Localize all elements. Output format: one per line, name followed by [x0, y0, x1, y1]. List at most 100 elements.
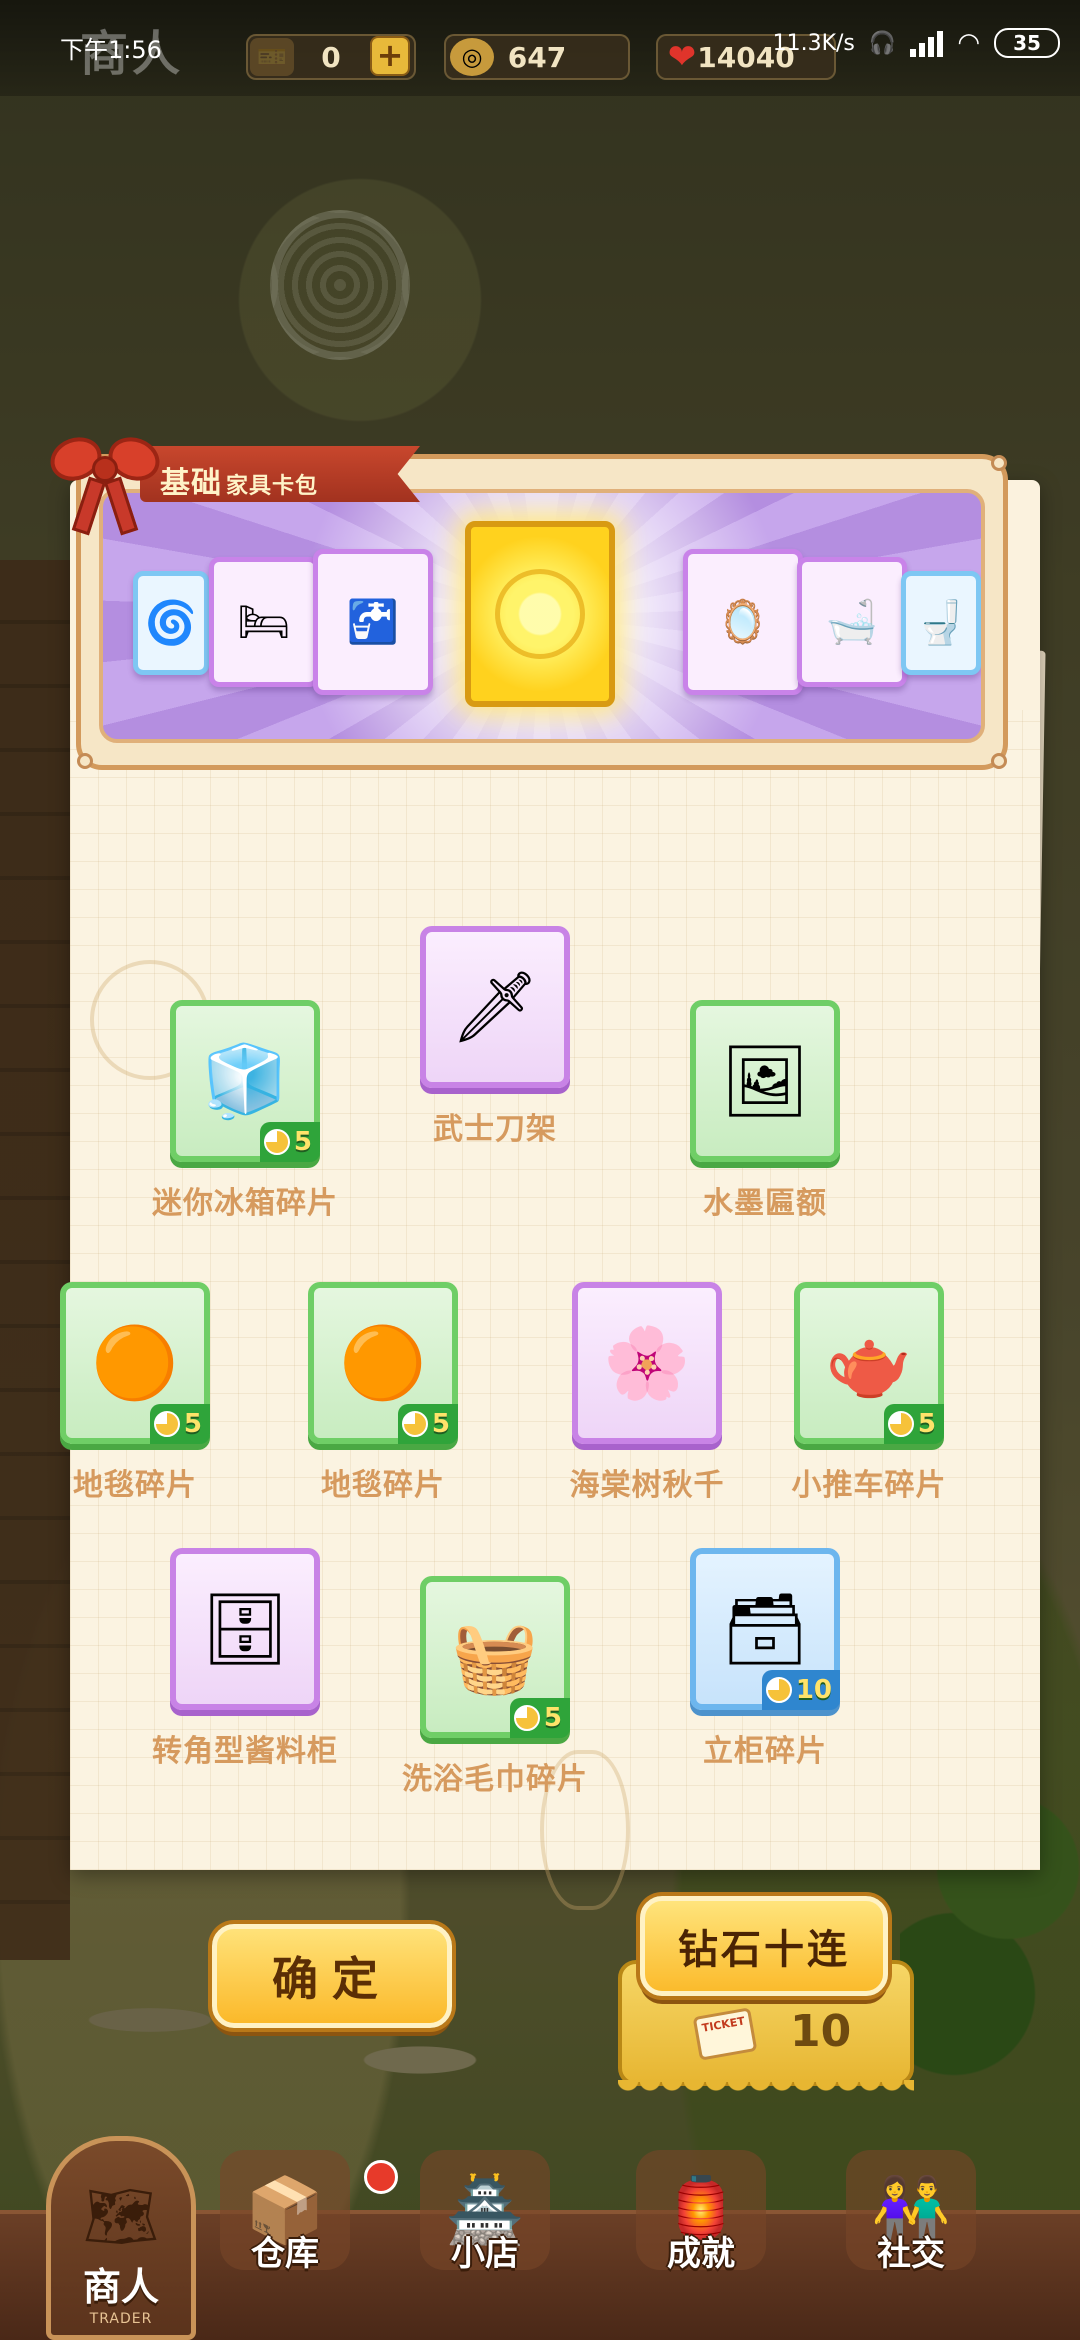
nav-trader-sub: TRADER — [89, 2311, 153, 2327]
reward-tile: 🫖 5 — [794, 1282, 944, 1444]
fragment-count: 5 — [293, 1127, 312, 1157]
reward-item[interactable]: 🗄 转角型酱料柜 — [125, 1548, 365, 1770]
cart-icon: 🫖 — [825, 1321, 913, 1404]
reward-label: 小推车碎片 — [791, 1468, 947, 1503]
fragment-badge: 5 — [259, 1122, 320, 1162]
bathtub-card: 🛁 — [797, 557, 907, 687]
begonia-swing-icon: 🌸 — [603, 1321, 691, 1404]
fragment-count: 5 — [543, 1703, 562, 1733]
battery-icon: 35 — [994, 28, 1060, 58]
top-bar: 商人 下午1:56 🎫 0 + 647 ◎ 14040 ❤ 11.3K/s 🎧 … — [0, 0, 1080, 96]
corner-cabinet-icon: 🗄 — [200, 1587, 290, 1670]
nav-label: 成就 — [667, 2234, 735, 2274]
frame-pin — [991, 753, 1007, 769]
nav-achievement[interactable]: 🏮 成就 — [621, 2150, 781, 2275]
frame-pin — [991, 455, 1007, 471]
rug-icon: 🟠 — [91, 1321, 179, 1404]
reward-label: 地毯碎片 — [73, 1468, 197, 1503]
sink-cabinet-card: 🚰 — [313, 549, 433, 695]
toilet-icon: 🚽 — [914, 598, 968, 647]
ticket-cost: 10 — [790, 2006, 852, 2057]
nav-trader-label: 商人 — [82, 2265, 159, 2309]
reward-tile: 🖼 — [690, 1000, 840, 1162]
signal-icon — [910, 29, 944, 57]
nav-shop[interactable]: 🏯 小店 — [405, 2150, 565, 2275]
vanity-desk-icon: 🪞 — [716, 597, 770, 646]
reward-item[interactable]: 🗡 武士刀架 — [375, 926, 615, 1148]
reward-label: 转角型酱料柜 — [152, 1734, 338, 1769]
fragment-count: 5 — [183, 1409, 202, 1439]
reward-tile: 🧺 5 — [420, 1576, 570, 1738]
pack-title-sub: 家具卡包 — [226, 474, 319, 499]
vanity-desk-card: 🪞 — [683, 549, 803, 695]
reward-tile: 🌸 — [572, 1282, 722, 1444]
ticket-value: 0 — [321, 40, 341, 74]
fragment-badge: 10 — [761, 1670, 840, 1710]
reward-item[interactable]: 🫖 5 小推车碎片 — [749, 1282, 989, 1504]
reward-label: 地毯碎片 — [321, 1468, 445, 1503]
reward-item[interactable]: 🧺 5 洗浴毛巾碎片 — [375, 1576, 615, 1798]
coin-value: 647 — [507, 40, 567, 74]
add-ticket-button[interactable]: + — [370, 36, 410, 76]
reward-tile: 🧊 5 — [170, 1000, 320, 1162]
reward-item[interactable]: 🖼 水墨匾额 — [645, 1000, 885, 1222]
fan-icon: 🌀 — [144, 598, 198, 647]
rug-icon: 🟠 — [339, 1321, 427, 1404]
ink-plaque-icon: 🖼 — [720, 1039, 810, 1122]
confirm-button[interactable]: 确定 — [212, 1924, 452, 2028]
headphone-icon: 🎧 — [868, 30, 897, 56]
gold-card[interactable] — [465, 521, 615, 707]
fragment-badge: 5 — [149, 1404, 210, 1444]
mini-fridge-icon: 🧊 — [201, 1039, 289, 1122]
bow-icon — [44, 430, 166, 540]
trader-map-icon: 🗺 — [82, 2182, 160, 2252]
diamond-ten-pull-button[interactable]: 钻石十连 — [640, 1896, 888, 1996]
pack-title: 基础 家具卡包 — [160, 458, 318, 502]
network-speed: 11.3K/s — [772, 30, 855, 56]
reward-tile: 🗄 — [170, 1548, 320, 1710]
fragment-count: 5 — [917, 1409, 936, 1439]
frame-pin — [77, 753, 93, 769]
reward-label: 海棠树秋千 — [569, 1468, 725, 1503]
fragment-count: 5 — [431, 1409, 450, 1439]
fragment-badge: 5 — [509, 1698, 570, 1738]
card-pack-showcase: 🌀 🛏 🚰 🪞 🛁 🚽 — [99, 489, 985, 743]
reward-item[interactable]: 🟠 5 地毯碎片 — [15, 1282, 255, 1504]
reward-label: 洗浴毛巾碎片 — [402, 1762, 588, 1797]
fragment-pie-icon — [887, 1411, 914, 1437]
reward-item[interactable]: 🟠 5 地毯碎片 — [263, 1282, 503, 1504]
reward-item[interactable]: 🧊 5 迷你冰箱碎片 — [125, 1000, 365, 1222]
fragment-count: 10 — [795, 1675, 832, 1705]
fragment-pie-icon — [765, 1677, 792, 1703]
bed-card: 🛏 — [209, 557, 319, 687]
fragment-pie-icon — [513, 1705, 540, 1731]
reward-tile: 🟠 5 — [60, 1282, 210, 1444]
reward-tile: 🗃 10 — [690, 1548, 840, 1710]
fragment-pie-icon — [263, 1129, 290, 1155]
nav-trader[interactable]: 🗺 商人 TRADER — [46, 2136, 196, 2340]
nav-warehouse[interactable]: 📦 仓库 — [205, 2150, 365, 2275]
nav-label: 社交 — [877, 2234, 945, 2274]
flower-emblem-icon — [495, 569, 585, 659]
sink-cabinet-icon: 🚰 — [346, 597, 400, 646]
katana-rack-icon: 🗡 — [450, 965, 540, 1048]
bathtub-icon: 🛁 — [825, 597, 879, 646]
fragment-pie-icon — [401, 1411, 428, 1437]
fan-card: 🌀 — [133, 571, 209, 675]
heart-icon: ❤ — [667, 37, 697, 77]
pack-title-main: 基础 — [160, 466, 222, 501]
reward-label: 武士刀架 — [433, 1112, 557, 1147]
reward-label: 水墨匾额 — [703, 1186, 827, 1221]
reward-item[interactable]: 🌸 海棠树秋千 — [527, 1282, 767, 1504]
nav-label: 仓库 — [251, 2234, 319, 2274]
status-time: 下午1:56 — [60, 36, 162, 64]
notification-dot — [364, 2160, 398, 2194]
reward-tile: 🟠 5 — [308, 1282, 458, 1444]
towel-icon: 🧺 — [451, 1615, 539, 1698]
reward-label: 立柜碎片 — [703, 1734, 827, 1769]
reward-item[interactable]: 🗃 10 立柜碎片 — [645, 1548, 885, 1770]
toilet-card: 🚽 — [901, 571, 981, 675]
nav-social[interactable]: 👫 社交 — [831, 2150, 991, 2275]
coin-icon: ◎ — [450, 38, 494, 76]
system-status: 11.3K/s 🎧 ◠ 35 — [773, 28, 1060, 58]
